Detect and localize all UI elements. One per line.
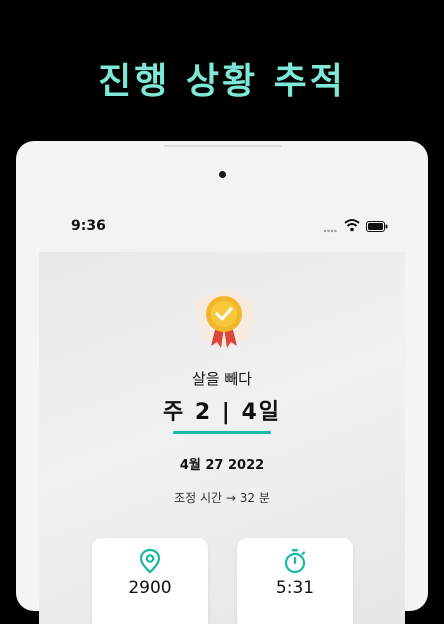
location-pin-icon (139, 548, 161, 574)
stat-value-distance: 2900 (128, 578, 172, 598)
goal-date: 4월 27 2022 (179, 458, 265, 473)
accent-underline (173, 431, 271, 434)
tablet-top-edge (164, 145, 282, 147)
app-screen: 9:36 살을 빼다 주 2 | 4일 4월 27 2022 조정 시간 → 3… (39, 204, 405, 624)
goal-title: 살을 빼다 (192, 370, 252, 388)
medal-badge-icon (195, 290, 254, 348)
tablet-frame: 9:36 살을 빼다 주 2 | 4일 4월 27 2022 조정 시간 → 3… (16, 141, 428, 624)
wifi-icon (344, 219, 360, 232)
status-time: 9:36 (71, 218, 106, 234)
battery-icon (366, 221, 388, 232)
stopwatch-icon (284, 549, 306, 574)
status-bar: 9:36 (39, 204, 405, 252)
signal-icon (323, 229, 337, 233)
stat-card-time[interactable]: 5:31 (237, 538, 353, 624)
stat-value-time: 5:31 (275, 578, 315, 598)
camera-icon (219, 171, 226, 178)
adjustment-time: 조정 시간 → 32 분 (174, 491, 270, 505)
promo-headline: 진행 상황 추적 (98, 61, 346, 102)
stat-card-distance[interactable]: 2900 (92, 538, 208, 624)
week-day-label: 주 2 | 4일 (162, 400, 282, 425)
